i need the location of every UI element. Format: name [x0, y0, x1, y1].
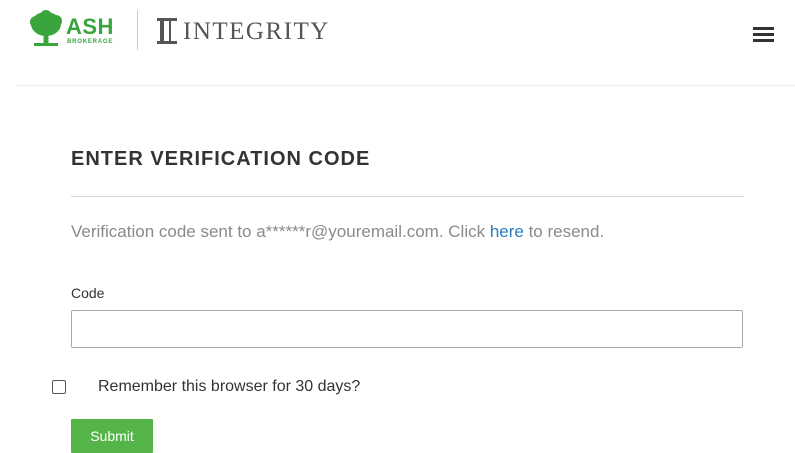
header-divider [16, 85, 795, 86]
info-text-suffix: to resend. [523, 222, 605, 241]
hamburger-menu-icon[interactable] [751, 25, 777, 43]
ash-logo-tagline: BROKERAGE [67, 39, 114, 45]
submit-button[interactable]: Submit [71, 419, 153, 453]
verification-info-text: Verification code sent to a******r@youre… [71, 222, 604, 242]
code-input[interactable] [71, 310, 743, 348]
site-header: ASH BROKERAGE INTEGRITY [0, 0, 795, 85]
integrity-logo-text: INTEGRITY [183, 18, 330, 45]
remember-browser-label: Remember this browser for 30 days? [98, 378, 361, 395]
logo-divider [137, 10, 138, 50]
ash-brokerage-logo[interactable]: ASH BROKERAGE [28, 10, 120, 52]
code-label: Code [71, 285, 105, 301]
menu-bar-top [753, 27, 774, 30]
tree-icon [30, 10, 62, 46]
resend-link[interactable]: here [490, 222, 524, 241]
remember-browser-checkbox[interactable] [52, 380, 66, 394]
menu-bar-middle [753, 33, 774, 36]
title-divider [71, 196, 744, 197]
page-title: ENTER VERIFICATION CODE [71, 148, 371, 170]
integrity-pillar-icon [157, 18, 177, 44]
menu-bar-bottom [753, 39, 774, 42]
info-text-prefix: Verification code sent to a******r@youre… [71, 222, 490, 241]
ash-logo-text: ASH [66, 14, 114, 39]
